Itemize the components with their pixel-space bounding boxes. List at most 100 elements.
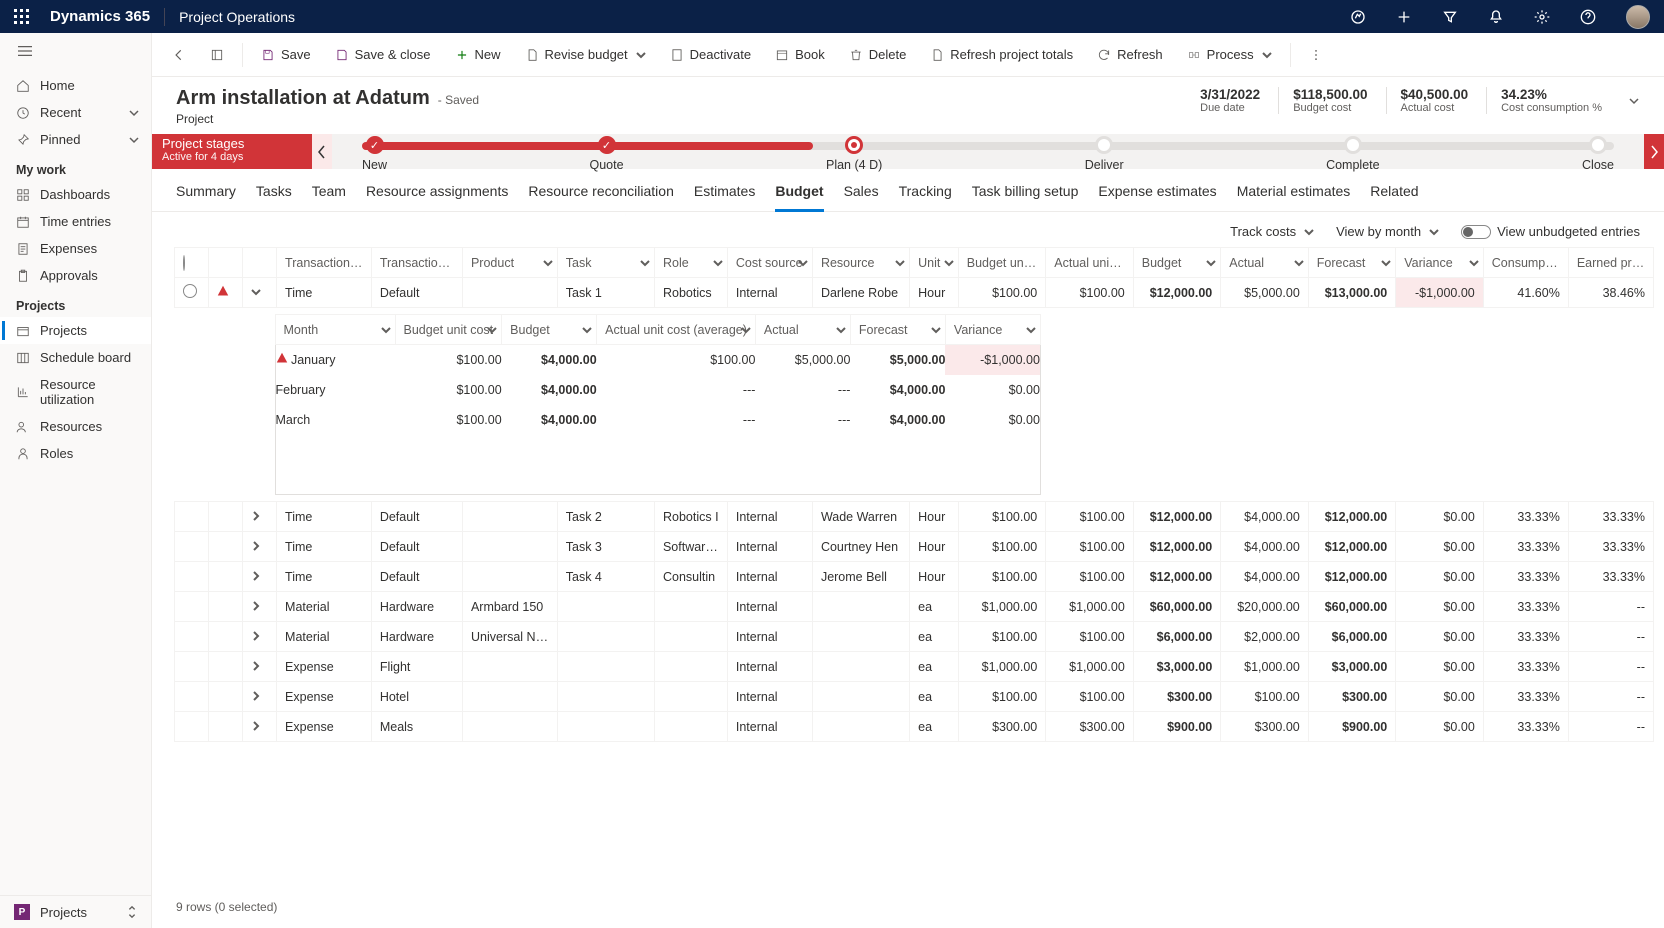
nav-time-entries[interactable]: Time entries (0, 208, 151, 235)
tab-tracking[interactable]: Tracking (899, 179, 952, 211)
nav-resources[interactable]: Resources (0, 413, 151, 440)
more-commands-button[interactable] (1299, 42, 1333, 68)
nav-roles[interactable]: Roles (0, 440, 151, 467)
delete-button[interactable]: Delete (839, 41, 917, 68)
col-header[interactable]: Budget (1133, 248, 1221, 278)
expand-toggle[interactable] (243, 502, 277, 532)
nav-schedule-board[interactable]: Schedule board (0, 344, 151, 371)
col-header[interactable]: Forecast (1308, 248, 1396, 278)
sub-col-header[interactable]: Month (275, 315, 395, 345)
stage-next-button[interactable] (1644, 134, 1664, 169)
col-header[interactable]: Actual (1221, 248, 1309, 278)
grid-row[interactable]: TimeDefaultTask 3Software IInternalCourt… (175, 532, 1654, 562)
grid-row[interactable]: TimeDefaultTask 1RoboticsInternalDarlene… (175, 278, 1654, 308)
add-icon[interactable] (1396, 9, 1412, 25)
nav-approvals[interactable]: Approvals (0, 262, 151, 289)
col-header[interactable]: Actual unit cost (1046, 248, 1134, 278)
process-button[interactable]: Process (1177, 41, 1282, 68)
new-button[interactable]: New (445, 41, 511, 68)
col-header[interactable]: Transaction cate (371, 248, 462, 278)
col-header[interactable]: Consumption % (1483, 248, 1568, 278)
tab-estimates[interactable]: Estimates (694, 179, 755, 211)
grid-row[interactable]: TimeDefaultTask 2Robotics IInternalWade … (175, 502, 1654, 532)
sub-col-header[interactable]: Budget unit cost (395, 315, 502, 345)
grid-row[interactable]: MaterialHardwareArmbard 150Internalea$1,… (175, 592, 1654, 622)
col-header[interactable]: Earned progres (1568, 248, 1653, 278)
tab-task-billing-setup[interactable]: Task billing setup (972, 179, 1079, 211)
sub-col-header[interactable]: Actual unit cost (average) (597, 315, 756, 345)
tab-resource-assignments[interactable]: Resource assignments (366, 179, 508, 211)
expand-toggle[interactable] (243, 682, 277, 712)
col-header[interactable]: Unit (910, 248, 959, 278)
unbudgeted-toggle[interactable]: View unbudgeted entries (1461, 224, 1640, 239)
app-launcher-icon[interactable] (14, 9, 30, 25)
expand-toggle[interactable] (243, 592, 277, 622)
nav-pinned[interactable]: Pinned (0, 126, 151, 153)
sub-col-header[interactable]: Budget (502, 315, 597, 345)
nav-resource-utilization[interactable]: Resource utilization (0, 371, 151, 413)
stage-flyout[interactable]: Project stages Active for 4 days (152, 134, 312, 169)
row-selector[interactable] (183, 284, 197, 298)
nav-home[interactable]: Home (0, 72, 151, 99)
col-header[interactable]: Task (557, 248, 654, 278)
nav-dashboards[interactable]: Dashboards (0, 181, 151, 208)
book-button[interactable]: Book (765, 41, 835, 68)
nav-collapse-button[interactable] (0, 39, 151, 72)
tab-sales[interactable]: Sales (844, 179, 879, 211)
expand-toggle[interactable] (243, 562, 277, 592)
stage-complete[interactable]: Complete (1326, 134, 1380, 169)
stage-pland[interactable]: Plan (4 D) (826, 134, 882, 169)
save-button[interactable]: Save (251, 41, 321, 68)
col-header[interactable]: Role (654, 248, 727, 278)
open-record-set-button[interactable] (200, 42, 234, 68)
stage-quote[interactable]: Quote (589, 134, 623, 169)
nav-recent[interactable]: Recent (0, 99, 151, 126)
stage-close[interactable]: Close (1582, 134, 1614, 169)
track-costs-dropdown[interactable]: Track costs (1230, 224, 1314, 239)
col-header[interactable]: Cost source (727, 248, 812, 278)
sub-row[interactable]: March$100.00$4,000.00------$4,000.00$0.0… (275, 405, 1040, 435)
save-close-button[interactable]: Save & close (325, 41, 441, 68)
sub-row[interactable]: January$100.00$4,000.00$100.00$5,000.00$… (275, 345, 1040, 375)
expand-toggle[interactable] (243, 622, 277, 652)
sub-col-header[interactable]: Variance (945, 315, 1040, 345)
tab-resource-reconciliation[interactable]: Resource reconciliation (528, 179, 674, 211)
help-icon[interactable] (1580, 9, 1596, 25)
stage-new[interactable]: New (362, 134, 387, 169)
tab-related[interactable]: Related (1370, 179, 1418, 211)
stage-deliver[interactable]: Deliver (1085, 134, 1124, 169)
back-button[interactable] (162, 42, 196, 68)
tab-material-estimates[interactable]: Material estimates (1237, 179, 1351, 211)
tab-tasks[interactable]: Tasks (256, 179, 292, 211)
col-header[interactable]: Transaction class (277, 248, 372, 278)
assistant-icon[interactable] (1350, 9, 1366, 25)
view-by-month-dropdown[interactable]: View by month (1336, 224, 1439, 239)
deactivate-button[interactable]: Deactivate (660, 41, 761, 68)
sub-col-header[interactable]: Forecast (850, 315, 945, 345)
grid-row[interactable]: ExpenseMealsInternalea$300.00$300.00$900… (175, 712, 1654, 742)
refresh-button[interactable]: Refresh (1087, 41, 1173, 68)
notifications-icon[interactable] (1488, 9, 1504, 25)
tab-summary[interactable]: Summary (176, 179, 236, 211)
tab-expense-estimates[interactable]: Expense estimates (1098, 179, 1216, 211)
select-all-header[interactable] (175, 248, 209, 278)
area-switcher[interactable]: P Projects (0, 895, 151, 928)
revise-budget-button[interactable]: Revise budget (515, 41, 656, 68)
expand-toggle[interactable] (243, 652, 277, 682)
expand-toggle[interactable] (243, 532, 277, 562)
kpi-expand-icon[interactable] (1628, 95, 1640, 107)
grid-row[interactable]: ExpenseFlightInternalea$1,000.00$1,000.0… (175, 652, 1654, 682)
nav-projects[interactable]: Projects (0, 317, 151, 344)
expand-toggle[interactable] (243, 712, 277, 742)
nav-expenses[interactable]: Expenses (0, 235, 151, 262)
col-header[interactable]: Product (462, 248, 557, 278)
grid-row[interactable]: ExpenseHotelInternalea$100.00$100.00$300… (175, 682, 1654, 712)
grid-row[interactable]: TimeDefaultTask 4ConsultinInternalJerome… (175, 562, 1654, 592)
stage-prev-button[interactable] (312, 134, 332, 169)
col-header[interactable]: Variance (1396, 248, 1484, 278)
refresh-totals-button[interactable]: Refresh project totals (920, 41, 1083, 68)
col-header[interactable]: Budget unit cost (958, 248, 1046, 278)
sub-col-header[interactable]: Actual (755, 315, 850, 345)
settings-icon[interactable] (1534, 9, 1550, 25)
user-avatar[interactable] (1626, 5, 1650, 29)
